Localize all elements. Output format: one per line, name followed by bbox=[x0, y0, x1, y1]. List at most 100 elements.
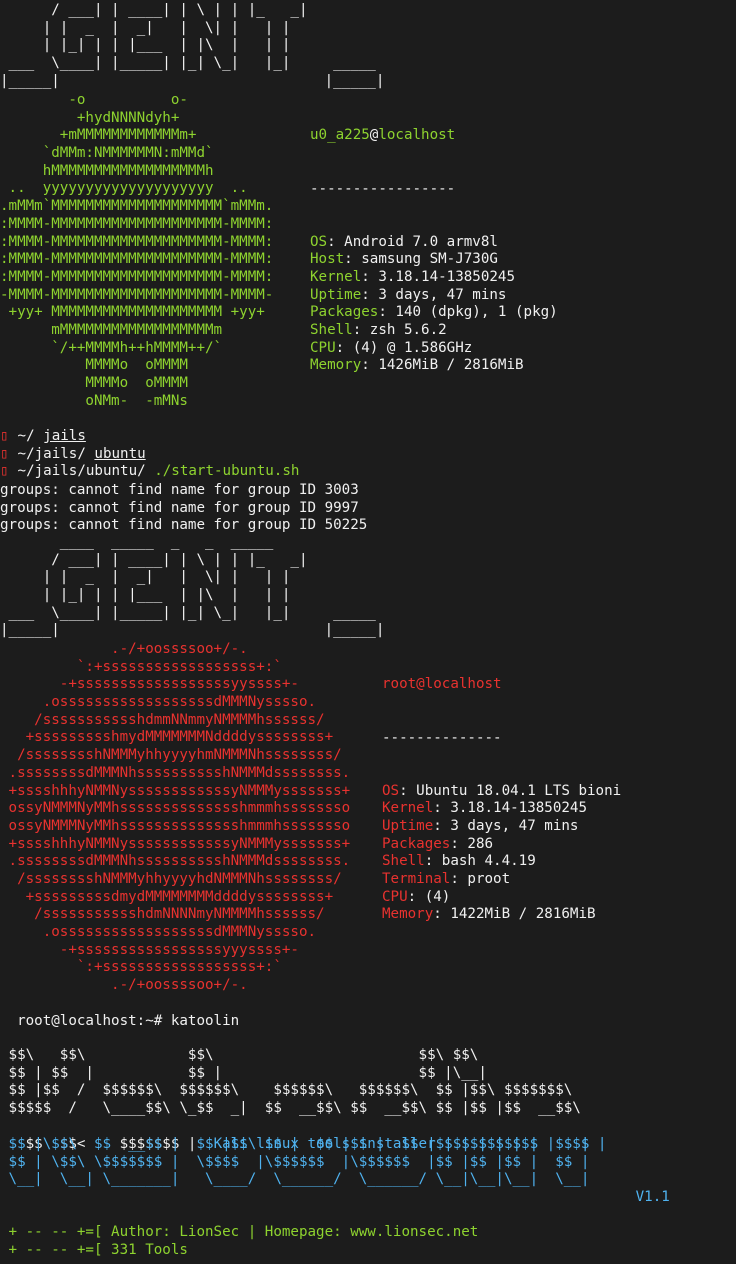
katoolin-line: $$\ $$\ $$\ $$\ $$\ bbox=[0, 1047, 479, 1063]
logo-line: /ssssssssssshdmmNNmmyNMMMMhssssss/ bbox=[0, 711, 325, 728]
info-value: : 1426MiB / 2816MiB bbox=[361, 357, 524, 374]
logo-line: -o o- bbox=[0, 92, 188, 108]
info-value: : Ubuntu 18.04.1 LTS bioni bbox=[399, 782, 622, 799]
history-line: ▯ ~/ jails bbox=[0, 428, 299, 446]
banner-line: |_____| |_____| bbox=[0, 72, 385, 89]
logo-line: -+sssssssssssssssssyyyssss+- bbox=[0, 941, 299, 958]
info-value: : 3 days, 47 mins bbox=[361, 286, 507, 303]
root-prompt-line[interactable]: root@localhost:~# katoolin bbox=[0, 995, 239, 1030]
banner-line: | |_| | | |___ | |\ | | | bbox=[0, 587, 291, 604]
info-value: : samsung SM-J730G bbox=[344, 251, 498, 268]
info-field: Memory: 1422MiB / 2816MiB bbox=[382, 906, 621, 924]
history-command[interactable]: jails bbox=[43, 428, 86, 444]
katoolin-author-line: + -- -- +=[ Author: LionSec | Homepage: … bbox=[0, 1224, 479, 1240]
katoolin-banner-bottom: $$ |\$$\ $$ __$$ | $$ |$$\ $$ | $$ |$$ |… bbox=[0, 1136, 590, 1189]
info-field: Host: samsung SM-J730G bbox=[310, 251, 558, 269]
root-command: katoolin bbox=[170, 1012, 240, 1029]
info-key: Terminal bbox=[382, 871, 451, 888]
group-errors: groups: cannot find name for group ID 30… bbox=[0, 482, 367, 535]
banner-line: / ___| | ____| | \ | | |_ _| bbox=[0, 2, 308, 18]
logo-line: +mMMMMMMMMMMMMm+ bbox=[0, 127, 197, 144]
logo-line: `:+ssssssssssssssssss+:` bbox=[0, 959, 282, 976]
info-value: : proot bbox=[450, 871, 511, 888]
logo-line: ossyNMMMNyMMhsssssssssssssshmmmhssssssso bbox=[0, 817, 351, 834]
info-key: OS bbox=[310, 233, 328, 250]
logo-line: oNMm- -mMNs bbox=[0, 392, 188, 409]
history-path: ~/ bbox=[9, 428, 44, 444]
info-value: : Android 7.0 armv8l bbox=[327, 233, 498, 250]
info-field: CPU: (4) @ 1.586GHz bbox=[310, 340, 558, 358]
info-field: CPU: (4) bbox=[382, 889, 621, 907]
banner-line: ____ _____ _ _ _____ bbox=[0, 534, 274, 550]
info-value: : 3 days, 47 mins bbox=[433, 817, 579, 834]
logo-line: `dMMm:NMMMMMMN:mMMd` bbox=[0, 145, 214, 162]
banner-line: | |_| | | |___ | |\ | | | bbox=[0, 37, 291, 54]
logo-line: :MMMM-MMMMMMMMMMMMMMMMMMMM-MMMM: bbox=[0, 233, 274, 250]
katoolin-version: V1.1 bbox=[627, 1188, 670, 1205]
info-field: Uptime: 3 days, 47 mins bbox=[310, 287, 558, 305]
info-field: OS: Ubuntu 18.04.1 LTS bioni bbox=[382, 783, 621, 801]
root-prompt: root@localhost:~# bbox=[17, 1012, 171, 1029]
info-value: : 1422MiB / 2816MiB bbox=[433, 906, 596, 923]
shell-history: ▯ ~/ jails ▯ ~/jails/ ubuntu ▯ ~/jails/ubu… bbox=[0, 428, 299, 481]
banner-line: | | _ | _| | \| | | | bbox=[0, 569, 291, 586]
info-field: Shell: bash 4.4.19 bbox=[382, 853, 621, 871]
ubuntu-logo: .-/+oossssoo+/-. `:+ssssssssssssssssss+:… bbox=[0, 641, 351, 995]
info-field: Packages: 140 (dpkg), 1 (pkg) bbox=[310, 304, 558, 322]
system-info-ubuntu: root@localhost -------------- OS: Ubuntu… bbox=[382, 641, 621, 942]
gent-banner-2: ____ _____ _ _ _____ / ___| | ____| | \ … bbox=[0, 534, 384, 640]
info-key: Packages bbox=[310, 304, 379, 321]
logo-line: +yy+ MMMMMMMMMMMMMMMMMMMM +yy+ bbox=[0, 304, 265, 321]
logo-line: .ossssssssssssssssssdMMMNysssso. bbox=[0, 924, 317, 940]
info-value: : (4) @ 1.586GHz bbox=[335, 339, 473, 356]
logo-line: -MMMM-MMMMMMMMMMMMMMMMMMMM-MMMM- bbox=[0, 286, 274, 303]
info-field: Kernel: 3.18.14-13850245 bbox=[310, 269, 558, 287]
info-at-2: @ bbox=[416, 676, 425, 693]
info-separator-2: -------------- bbox=[382, 729, 502, 746]
info-user-2: root bbox=[382, 676, 417, 693]
info-separator: ----------------- bbox=[310, 180, 456, 197]
katoolin-line: \__| \__| \_______| \____/ \______/ \___… bbox=[0, 1171, 590, 1188]
logo-line: +hydNNNNdyh+ bbox=[0, 109, 180, 126]
logo-line: /sssssssshNMMMyhhyyyyhmNMMMNhssssssss/ bbox=[0, 747, 342, 764]
katoolin-tools-line: + -- -- +=[ 331 Tools bbox=[0, 1242, 188, 1258]
logo-line: +ssssssssshmydMMMMMMMNddddyssssssss+ bbox=[0, 729, 334, 746]
info-key: Shell bbox=[310, 322, 353, 339]
info-key: Shell bbox=[382, 853, 425, 870]
katoolin-line: $$ |$$ / $$$$$$\ $$$$$$\ $$$$$$\ $$$$$$\… bbox=[0, 1082, 573, 1099]
info-key: OS bbox=[382, 782, 400, 799]
info-value: : bash 4.4.19 bbox=[424, 853, 536, 870]
banner-line: ___ \____| |_____| |_| \_| |_| _____ bbox=[0, 604, 376, 621]
prompt-marker-icon: ▯ bbox=[0, 445, 9, 462]
info-value: : 3.18.14-13850245 bbox=[433, 800, 587, 817]
history-command[interactable]: ./start-ubuntu.sh bbox=[154, 463, 299, 479]
logo-line: .ssssssssdMMMNhsssssssssshNMMMdssssssss. bbox=[0, 853, 351, 870]
info-host-2: localhost bbox=[424, 676, 502, 693]
katoolin-banner-top: $$\ $$\ $$\ $$\ $$\ $$ | $$ | $$ | $$ |\… bbox=[0, 1047, 581, 1118]
banner-line: | | _ | _| | \| | | | bbox=[0, 19, 291, 36]
logo-line: .-/+oossssoo+/-. bbox=[0, 977, 248, 994]
info-key: Kernel bbox=[382, 800, 434, 817]
info-field: Uptime: 3 days, 47 mins bbox=[382, 818, 621, 836]
info-host: localhost bbox=[378, 127, 456, 144]
info-key: Kernel bbox=[310, 268, 362, 285]
logo-line: /sssssssshNMMMyhhyyyyhdNMMMNhssssssss/ bbox=[0, 870, 342, 887]
logo-line: +sssssssssdmydMMMMMMMMddddyssssssss+ bbox=[0, 888, 334, 905]
info-field: Terminal: proot bbox=[382, 871, 621, 889]
prompt-marker-icon: ▯ bbox=[0, 463, 9, 480]
logo-line: `/++MMMMh++hMMMM++/` bbox=[0, 339, 223, 356]
group-error-line: groups: cannot find name for group ID 99… bbox=[0, 499, 359, 516]
info-key: Uptime bbox=[310, 286, 362, 303]
history-command[interactable]: ubuntu bbox=[94, 446, 145, 462]
history-path: ~/jails/ bbox=[9, 445, 95, 462]
info-user: u0_a225 bbox=[310, 127, 370, 144]
info-key: Host bbox=[310, 251, 345, 268]
info-key: CPU bbox=[310, 339, 336, 356]
info-value: : 140 (dpkg), 1 (pkg) bbox=[378, 304, 558, 321]
logo-line: ossyNMMMNyMMhsssssssssssssshmmmhssssssso bbox=[0, 800, 351, 817]
logo-line: MMMMo oMMMM bbox=[0, 375, 188, 391]
history-line: ▯ ~/jails/ ubuntu bbox=[0, 446, 299, 464]
logo-line: MMMMo oMMMM bbox=[0, 357, 188, 374]
info-key: Memory bbox=[310, 357, 362, 374]
logo-line: +sssshhhyNMMNyssssssssssssyNMMMysssssss+ bbox=[0, 835, 351, 852]
